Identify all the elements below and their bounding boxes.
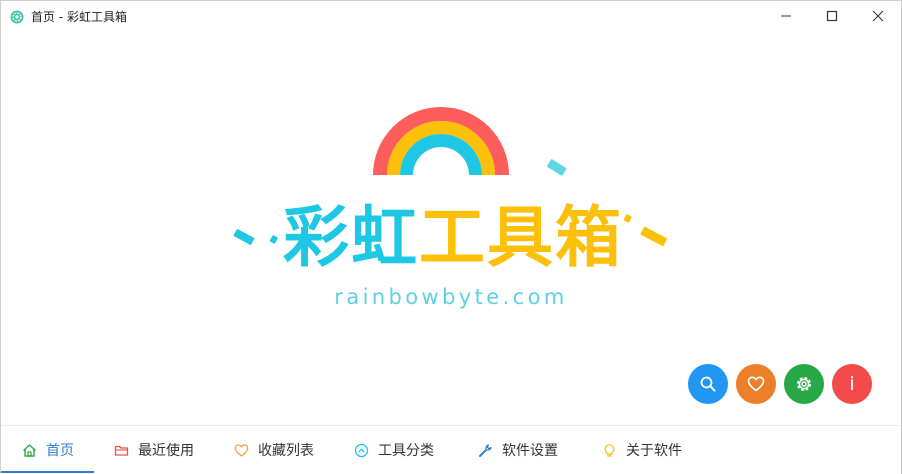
home-icon bbox=[21, 442, 37, 458]
search-button[interactable] bbox=[688, 364, 728, 404]
nav-label-categories: 工具分类 bbox=[378, 443, 434, 459]
app-window: 首页 - 彩虹工具箱 彩虹工具箱 rainbowbyte.com i 首页 最近… bbox=[0, 0, 902, 474]
lightbulb-icon bbox=[601, 442, 617, 458]
active-tab-indicator bbox=[1, 471, 94, 473]
nav-item-settings[interactable]: 软件设置 bbox=[477, 426, 558, 474]
logo-title-yellow: 工具箱 bbox=[419, 199, 623, 276]
nav-label-about: 关于软件 bbox=[626, 443, 682, 459]
wrench-icon bbox=[477, 442, 493, 458]
nav-label-home: 首页 bbox=[46, 443, 74, 459]
gear-icon bbox=[797, 377, 811, 391]
info-button[interactable]: i bbox=[832, 364, 872, 404]
nav-label-recent: 最近使用 bbox=[138, 443, 194, 459]
nav-label-settings: 软件设置 bbox=[502, 443, 558, 459]
logo-url: rainbowbyte.com bbox=[334, 285, 568, 309]
info-icon: i bbox=[849, 373, 855, 395]
nav-item-home[interactable]: 首页 bbox=[21, 426, 74, 474]
logo-title-cyan: 彩虹 bbox=[283, 199, 419, 276]
settings-button[interactable] bbox=[784, 364, 824, 404]
logo-title: 彩虹工具箱 bbox=[283, 193, 623, 283]
nav-item-about[interactable]: 关于软件 bbox=[601, 426, 682, 474]
nav-label-favorites: 收藏列表 bbox=[258, 443, 314, 459]
search-icon bbox=[700, 376, 716, 392]
favorite-button[interactable] bbox=[736, 364, 776, 404]
bottom-navigation: 首页 最近使用 收藏列表 工具分类 软件设置 关于软件 bbox=[1, 425, 901, 474]
logo: 彩虹工具箱 rainbowbyte.com bbox=[1, 1, 901, 421]
chevron-up-circle-icon bbox=[353, 442, 369, 458]
folder-icon bbox=[113, 442, 129, 458]
heart-icon bbox=[747, 376, 765, 392]
nav-item-categories[interactable]: 工具分类 bbox=[353, 426, 434, 474]
heart-icon bbox=[233, 442, 249, 458]
nav-item-recent[interactable]: 最近使用 bbox=[113, 426, 194, 474]
nav-item-favorites[interactable]: 收藏列表 bbox=[233, 426, 314, 474]
